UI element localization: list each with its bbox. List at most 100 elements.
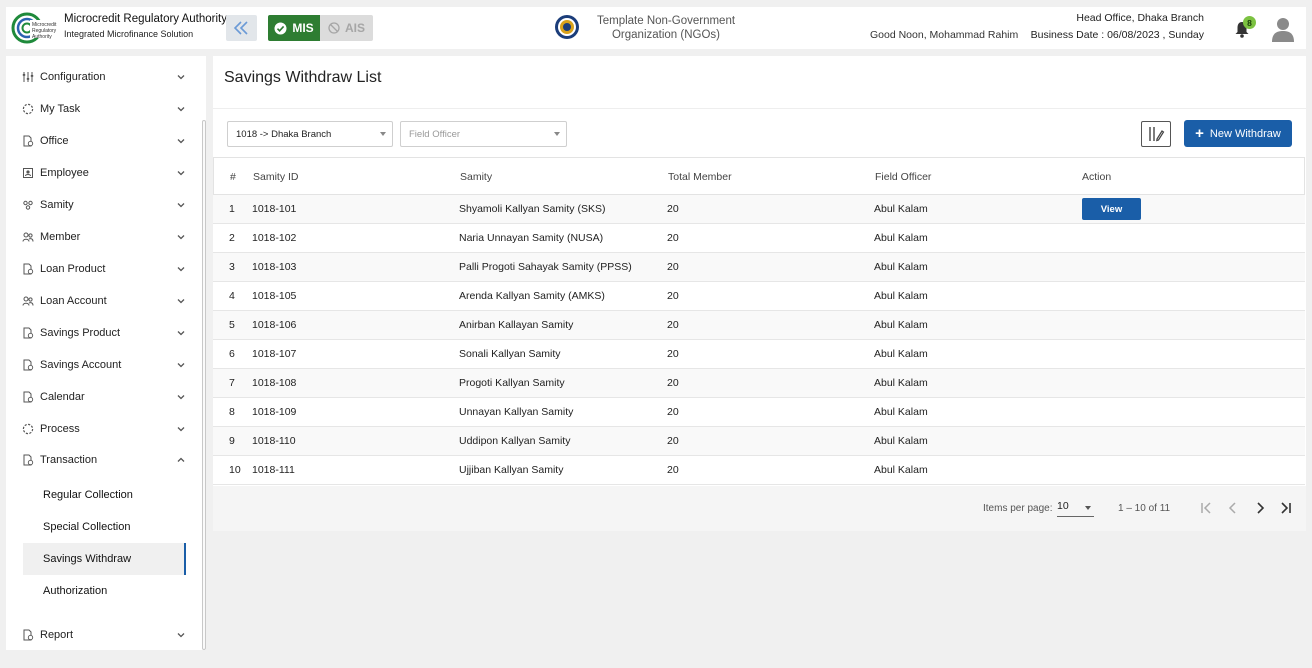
sidebar-item-configuration[interactable]: Configuration [6, 63, 196, 91]
table-row[interactable]: 8 1018-109 Unnayan Kallyan Samity 20 Abul Ka… [213, 398, 1305, 427]
sidebar-subitem-regular-collection[interactable]: Regular Collection [23, 479, 186, 511]
sidebar-item-office[interactable]: Office [6, 127, 196, 155]
column-toggle-button[interactable] [1141, 121, 1171, 147]
group-icon [22, 199, 34, 211]
sidebar-item-label: Process [40, 423, 80, 435]
badge-icon [22, 167, 34, 179]
table-row[interactable]: 2 1018-102 Naria Unnayan Samity (NUSA) 20 Ab… [213, 224, 1305, 253]
sidebar-item-report[interactable]: Report [6, 621, 196, 649]
page-title: Savings Withdraw List [224, 69, 382, 86]
cell-row-number: 7 [229, 377, 235, 389]
chevron-down-icon [177, 299, 185, 304]
items-per-page-label: Items per page: [983, 503, 1053, 514]
sidebar-nav: Configuration My Task Office Employee Samity… [6, 56, 206, 650]
table-row[interactable]: 6 1018-107 Sonali Kallyan Samity 20 Abul Kal… [213, 340, 1305, 369]
column-header-number: # [230, 171, 236, 183]
sidebar-item-transaction[interactable]: Transaction [6, 446, 196, 474]
cell-field-officer: Abul Kalam [874, 290, 928, 302]
sidebar-subitem-special-collection[interactable]: Special Collection [23, 511, 186, 543]
sidebar-item-member[interactable]: Member [6, 223, 196, 251]
cell-total-member: 20 [667, 348, 679, 360]
user-avatar[interactable] [1271, 16, 1295, 42]
document-icon [22, 391, 34, 403]
ais-label: AIS [344, 21, 365, 35]
sidebar-item-savings-account[interactable]: Savings Account [6, 351, 196, 379]
sidebar-item-label: Calendar [40, 391, 85, 403]
sidebar-scrollbar[interactable] [202, 120, 206, 650]
cell-samity-id: 1018-107 [252, 348, 297, 360]
cell-total-member: 20 [667, 290, 679, 302]
business-date: Business Date : 06/08/2023 , Sunday [1030, 29, 1204, 41]
mis-label: MIS [292, 21, 314, 35]
previous-page-button[interactable] [1225, 500, 1241, 516]
document-icon [22, 135, 34, 147]
sidebar-item-label: Loan Product [40, 263, 106, 275]
first-page-icon [1201, 502, 1211, 514]
cell-samity-id: 1018-103 [252, 261, 297, 273]
caret-down-icon [380, 132, 386, 136]
table-row[interactable]: 7 1018-108 Progoti Kallyan Samity 20 Abul Ka… [213, 369, 1305, 398]
sidebar-item-my-task[interactable]: My Task [6, 95, 196, 123]
sidebar-item-loan-account[interactable]: Loan Account [6, 287, 196, 315]
sidebar-item-label: Report [40, 629, 74, 641]
main-content: Savings Withdraw List 1018 -> Dhaka Bran… [213, 56, 1306, 531]
field-officer-select[interactable]: Field Officer [400, 121, 567, 147]
dashed-circle-icon [22, 423, 34, 435]
dashed-circle-icon [22, 103, 34, 115]
last-page-button[interactable] [1278, 500, 1294, 516]
sidebar-item-label: Office [40, 135, 69, 147]
brand-subtitle: Integrated Microfinance Solution [64, 29, 194, 39]
document-icon [22, 263, 34, 275]
table-row[interactable]: 9 1018-110 Uddipon Kallyan Samity 20 Abul Ka… [213, 427, 1305, 456]
table-row[interactable]: 3 1018-103 Palli Progoti Sahayak Samity (P… [213, 253, 1305, 282]
cell-samity-name: Progoti Kallyan Samity [459, 377, 565, 389]
page-size-select[interactable]: 10 [1057, 500, 1094, 517]
table-row[interactable]: 10 1018-111 Ujjiban Kallyan Samity 20 Abul K… [213, 456, 1305, 485]
sidebar-item-label: Samity [40, 199, 74, 211]
sidebar-item-savings-product[interactable]: Savings Product [6, 319, 196, 347]
sidebar-item-calendar[interactable]: Calendar [6, 383, 196, 411]
svg-text:Authority: Authority [32, 34, 52, 40]
document-icon [22, 454, 34, 466]
cell-samity-id: 1018-106 [252, 319, 297, 331]
next-page-button[interactable] [1252, 500, 1268, 516]
field-officer-placeholder: Field Officer [409, 128, 461, 140]
cell-samity-id: 1018-109 [252, 406, 297, 418]
people-icon [22, 231, 34, 243]
cell-samity-name: Uddipon Kallyan Samity [459, 435, 571, 447]
first-page-button[interactable] [1198, 500, 1214, 516]
title-divider [213, 108, 1306, 109]
sidebar-item-label: Configuration [40, 71, 106, 83]
cell-row-number: 1 [229, 203, 235, 215]
chevron-down-icon [177, 235, 185, 240]
cell-field-officer: Abul Kalam [874, 377, 928, 389]
chevron-down-icon [177, 363, 185, 368]
organization-name: Template Non-Government Organization (NG… [596, 15, 736, 41]
table-row[interactable]: 1 1018-101 Shyamoli Kallyan Samity (SKS) 20… [213, 195, 1305, 224]
column-header-samity-id: Samity ID [253, 171, 299, 183]
sidebar-item-samity[interactable]: Samity [6, 191, 196, 219]
new-withdraw-button[interactable]: + New Withdraw [1184, 120, 1292, 147]
plus-icon: + [1195, 125, 1204, 142]
mis-toggle-button[interactable]: MIS [268, 15, 320, 41]
chevron-up-icon [177, 457, 185, 462]
column-header-field-officer: Field Officer [875, 171, 932, 183]
ais-toggle-button[interactable]: AIS [320, 15, 373, 41]
page-size-value: 10 [1057, 500, 1069, 512]
branch-name: Head Office, Dhaka Branch [1076, 12, 1204, 24]
sidebar-subitem-authorization[interactable]: Authorization [23, 575, 186, 607]
paginator: Items per page: 10 1 – 10 of 11 [213, 486, 1306, 531]
government-emblem-icon [555, 15, 579, 39]
sidebar-item-process[interactable]: Process [6, 415, 196, 443]
page-range-label: 1 – 10 of 11 [1118, 503, 1171, 514]
table-row[interactable]: 5 1018-106 Anirban Kallayan Samity 20 Abul K… [213, 311, 1305, 340]
table-row[interactable]: 4 1018-105 Arenda Kallyan Samity (AMKS) 20 A… [213, 282, 1305, 311]
sidebar-item-label: Savings Product [40, 327, 121, 339]
cell-total-member: 20 [667, 203, 679, 215]
branch-select[interactable]: 1018 -> Dhaka Branch [227, 121, 393, 147]
sidebar-item-loan-product[interactable]: Loan Product [6, 255, 196, 283]
sidebar-collapse-button[interactable] [226, 15, 257, 41]
view-button[interactable]: View [1082, 198, 1141, 220]
sidebar-item-employee[interactable]: Employee [6, 159, 196, 187]
sidebar-subitem-savings-withdraw[interactable]: Savings Withdraw [23, 543, 186, 575]
